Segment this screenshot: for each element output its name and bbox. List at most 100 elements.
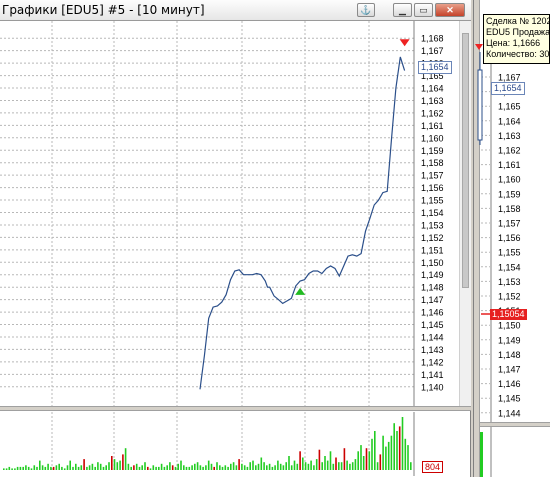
volume-bar bbox=[108, 462, 110, 470]
anchor-icon[interactable]: ⚓ bbox=[357, 3, 375, 17]
volume-bar bbox=[171, 465, 174, 470]
volume-bar bbox=[135, 463, 138, 470]
side-price-tick-label: 1,149 bbox=[498, 335, 521, 345]
volume-bar bbox=[398, 426, 401, 470]
volume-bar bbox=[219, 465, 221, 470]
volume-bar bbox=[72, 466, 74, 470]
volume-bar bbox=[313, 465, 315, 470]
side-price-tick-label: 1,154 bbox=[498, 262, 521, 272]
volume-bar bbox=[138, 466, 141, 470]
window-titlebar[interactable]: Графики [EDU5] #5 - [10 минут] ⚓ ▁ ▭ ✕ bbox=[0, 0, 471, 21]
volume-bar bbox=[307, 463, 310, 470]
volume-label: 804 bbox=[422, 461, 444, 473]
volume-bar bbox=[271, 466, 274, 470]
volume-bar bbox=[113, 459, 116, 470]
volume-bar bbox=[66, 465, 69, 470]
volume-bar bbox=[324, 456, 326, 470]
price-tick-label: 1,151 bbox=[421, 245, 444, 255]
volume-bar bbox=[404, 438, 407, 470]
volume-bar bbox=[166, 465, 168, 470]
volume-bar bbox=[196, 462, 199, 470]
volume-divider[interactable] bbox=[0, 406, 471, 411]
volume-bar bbox=[315, 459, 318, 470]
volume-bar bbox=[310, 460, 312, 470]
chart-window: Графики [EDU5] #5 - [10 минут] ⚓ ▁ ▭ ✕ 1… bbox=[0, 0, 471, 477]
volume-bar bbox=[360, 445, 362, 470]
volume-bar bbox=[177, 463, 179, 470]
volume-bar bbox=[235, 465, 238, 470]
price-tick-label: 1,148 bbox=[421, 283, 444, 293]
price-tick-label: 1,160 bbox=[421, 133, 444, 143]
side-price-tick-label: 1,144 bbox=[498, 408, 521, 418]
side-price-tick-label: 1,147 bbox=[498, 365, 521, 375]
volume-bar bbox=[374, 431, 376, 470]
side-price-tick-label: 1,167 bbox=[498, 73, 521, 83]
volume-bar bbox=[290, 465, 293, 470]
volume-bar bbox=[340, 462, 343, 470]
volume-bar bbox=[210, 463, 213, 470]
volume-bar bbox=[246, 466, 249, 470]
price-tick-label: 1,147 bbox=[421, 295, 444, 305]
volume-bar bbox=[371, 438, 373, 470]
price-tick-label: 1,157 bbox=[421, 171, 444, 181]
scrollbar-thumb[interactable] bbox=[462, 33, 469, 288]
volume-bar bbox=[11, 468, 13, 470]
volume-bar bbox=[321, 462, 323, 470]
volume-bar bbox=[343, 448, 346, 470]
volume-bar bbox=[19, 466, 22, 470]
close-icon[interactable]: ✕ bbox=[435, 3, 465, 17]
volume-bar bbox=[365, 448, 368, 470]
side-chart-window: 1,1671,1661,1651,1641,1631,1621,1611,160… bbox=[473, 0, 550, 477]
volume-bar bbox=[221, 466, 224, 470]
volume-bar bbox=[97, 462, 99, 470]
volume-bar bbox=[338, 462, 340, 470]
price-scrollbar[interactable] bbox=[459, 21, 471, 406]
volume-bar bbox=[304, 462, 307, 470]
volume-bar bbox=[102, 466, 105, 470]
volume-bar bbox=[266, 465, 268, 470]
minimize-icon[interactable]: ▁ bbox=[393, 3, 412, 17]
current-price-label: 1,15054 bbox=[490, 309, 527, 320]
side-price-tick-label: 1,145 bbox=[498, 394, 521, 404]
price-tick-label: 1,158 bbox=[421, 158, 444, 168]
side-last-price-label: 1,1654 bbox=[491, 82, 525, 95]
price-tick-label: 1,161 bbox=[421, 121, 444, 131]
volume-bar bbox=[351, 462, 354, 470]
volume-bar bbox=[180, 460, 182, 470]
price-tick-label: 1,156 bbox=[421, 183, 444, 193]
volume-bar bbox=[152, 465, 155, 470]
maximize-icon[interactable]: ▭ bbox=[414, 3, 433, 17]
volume-bar bbox=[362, 456, 365, 470]
volume-bar bbox=[326, 460, 329, 470]
side-price-tick-label: 1,163 bbox=[498, 131, 521, 141]
volume-bar bbox=[282, 465, 285, 470]
price-tick-label: 1,154 bbox=[421, 208, 444, 218]
volume-bar bbox=[41, 465, 44, 470]
side-volume-divider[interactable] bbox=[480, 422, 550, 427]
side-price-chart[interactable]: 1,1671,1661,1651,1641,1631,1621,1611,160… bbox=[474, 0, 550, 477]
side-volume-bar bbox=[480, 432, 483, 477]
price-tick-label: 1,168 bbox=[421, 34, 444, 44]
volume-bar bbox=[263, 462, 265, 470]
volume-bar bbox=[216, 462, 218, 470]
volume-bar bbox=[407, 445, 409, 470]
price-tick-label: 1,152 bbox=[421, 233, 444, 243]
volume-bar bbox=[354, 459, 357, 470]
side-price-tick-label: 1,153 bbox=[498, 277, 521, 287]
price-tick-label: 1,153 bbox=[421, 220, 444, 230]
volume-bar bbox=[227, 466, 229, 470]
volume-bar bbox=[77, 466, 80, 470]
volume-bar bbox=[5, 468, 8, 470]
volume-bar bbox=[252, 460, 254, 470]
price-tick-label: 1,163 bbox=[421, 96, 444, 106]
volume-bar bbox=[83, 459, 85, 470]
volume-bar bbox=[185, 466, 188, 470]
last-price-label: 1,1654 bbox=[418, 61, 452, 74]
volume-bar bbox=[94, 466, 96, 470]
volume-bar bbox=[335, 457, 337, 470]
volume-bar bbox=[33, 465, 36, 470]
side-price-tick-label: 1,164 bbox=[498, 116, 521, 126]
volume-bar bbox=[14, 468, 16, 470]
volume-bar bbox=[410, 462, 412, 470]
volume-bar bbox=[243, 465, 246, 470]
